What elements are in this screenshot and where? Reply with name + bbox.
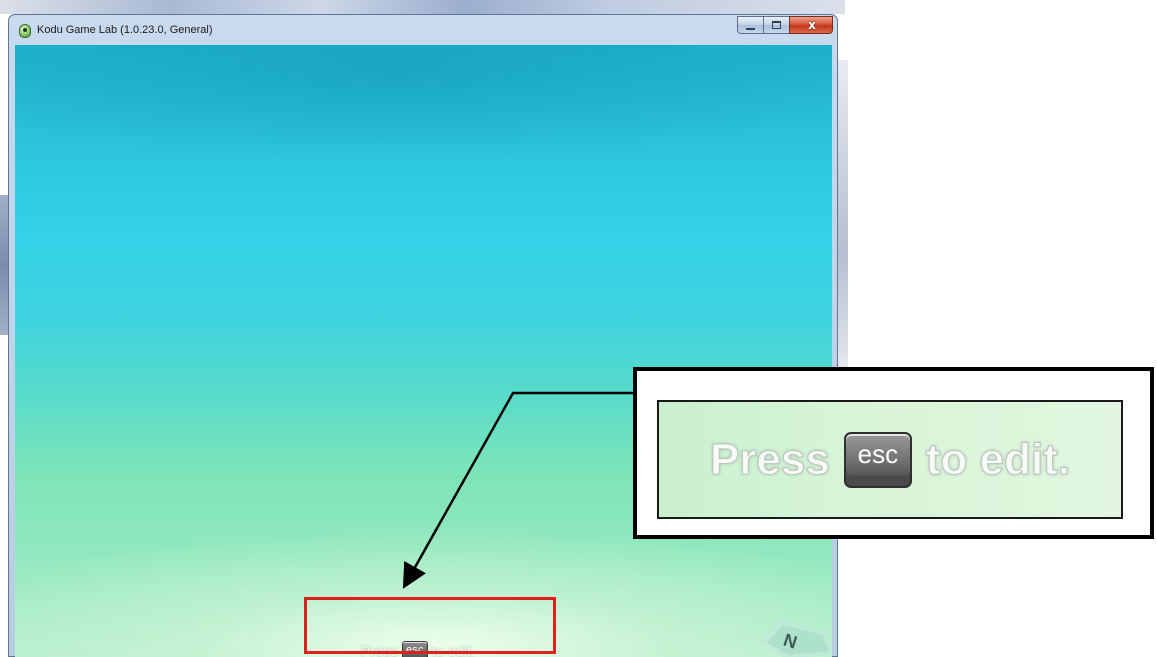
maximize-button[interactable] (763, 16, 789, 34)
maximize-icon (772, 21, 781, 29)
zoom-prompt: Press esc to edit. (709, 431, 1071, 488)
zoom-esc-key-icon: esc (843, 431, 912, 488)
zoom-callout: Press esc to edit. (633, 367, 1154, 539)
highlight-box (304, 597, 556, 654)
game-view[interactable]: Press esc to edit. N (15, 45, 832, 657)
close-icon: x (808, 18, 816, 32)
sky-glow (15, 45, 832, 165)
minimize-button[interactable] (737, 16, 763, 34)
zoom-edit-text: to edit. (925, 434, 1071, 484)
window-titlebar[interactable]: Kodu Game Lab (1.0.23.0, General) x (9, 15, 837, 45)
zoom-callout-inner: Press esc to edit. (657, 400, 1123, 519)
kodu-window: Kodu Game Lab (1.0.23.0, General) x Pres… (8, 14, 838, 657)
minimize-icon (746, 28, 755, 30)
close-button[interactable]: x (789, 16, 833, 34)
desktop-blur-right (838, 60, 848, 380)
zoom-press-text: Press (709, 434, 830, 484)
desktop-blur-top (0, 0, 845, 14)
kodu-app-icon[interactable] (19, 24, 31, 38)
window-title: Kodu Game Lab (1.0.23.0, General) (37, 24, 213, 36)
compass-icon: N (759, 619, 832, 657)
caption-buttons: x (737, 16, 833, 36)
